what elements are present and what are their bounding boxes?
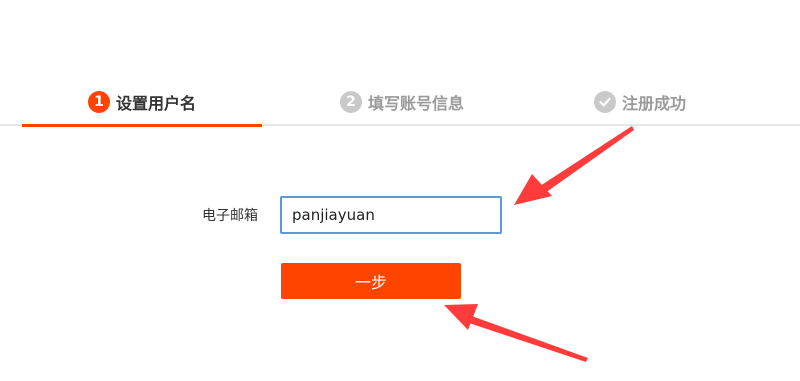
step-label: 设置用户名 [115,94,196,113]
annotation-arrow-bottom [444,304,588,362]
check-icon [593,91,616,113]
step-number-badge: 1 [87,91,110,113]
registration-steps: 1 设置用户名 2 填写账号信息 注册成功 [0,78,800,127]
active-step-indicator [22,124,262,127]
step-registration-success: 注册成功 [520,78,760,126]
next-step-button[interactable]: 一步 [281,263,461,299]
step-label: 注册成功 [621,94,686,113]
email-field-label: 电子邮箱 [202,208,258,224]
step-label: 填写账号信息 [367,94,464,113]
step-number-badge: 2 [339,91,362,113]
step-set-username: 1 设置用户名 [22,78,262,126]
registration-page: 1 设置用户名 2 填写账号信息 注册成功 电子邮箱 一步 [0,0,800,381]
annotation-arrows [444,126,634,362]
email-field[interactable] [280,196,502,234]
step-fill-account-info: 2 填写账号信息 [282,78,522,126]
annotation-arrow-top [514,126,634,205]
